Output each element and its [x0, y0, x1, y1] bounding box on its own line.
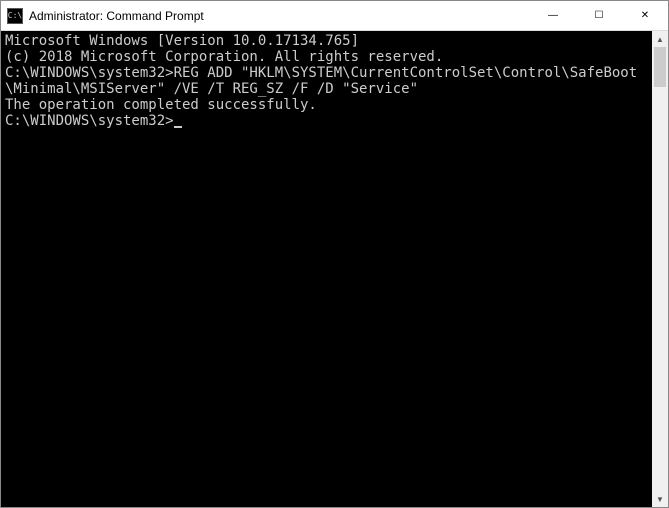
scroll-track[interactable]: [652, 47, 668, 491]
minimize-button[interactable]: —: [530, 1, 576, 30]
scroll-thumb[interactable]: [654, 47, 666, 87]
vertical-scrollbar[interactable]: ▲ ▼: [652, 31, 668, 507]
terminal-output[interactable]: Microsoft Windows [Version 10.0.17134.76…: [1, 31, 652, 507]
maximize-button[interactable]: ☐: [576, 1, 622, 30]
app-icon: C:\: [7, 8, 23, 24]
output-line: The operation completed successfully.: [5, 97, 652, 113]
close-button[interactable]: ✕: [622, 1, 668, 30]
titlebar[interactable]: C:\ Administrator: Command Prompt — ☐ ✕: [1, 1, 668, 31]
window-controls: — ☐ ✕: [530, 1, 668, 30]
scroll-down-button[interactable]: ▼: [652, 491, 668, 507]
cursor: [174, 126, 182, 128]
output-line: C:\WINDOWS\system32>REG ADD "HKLM\SYSTEM…: [5, 65, 652, 97]
command-prompt-window: C:\ Administrator: Command Prompt — ☐ ✕ …: [0, 0, 669, 508]
scroll-up-button[interactable]: ▲: [652, 31, 668, 47]
output-line: Microsoft Windows [Version 10.0.17134.76…: [5, 33, 652, 49]
window-title: Administrator: Command Prompt: [29, 9, 530, 23]
terminal-area: Microsoft Windows [Version 10.0.17134.76…: [1, 31, 668, 507]
output-line: (c) 2018 Microsoft Corporation. All righ…: [5, 49, 652, 65]
prompt: C:\WINDOWS\system32>: [5, 113, 174, 129]
